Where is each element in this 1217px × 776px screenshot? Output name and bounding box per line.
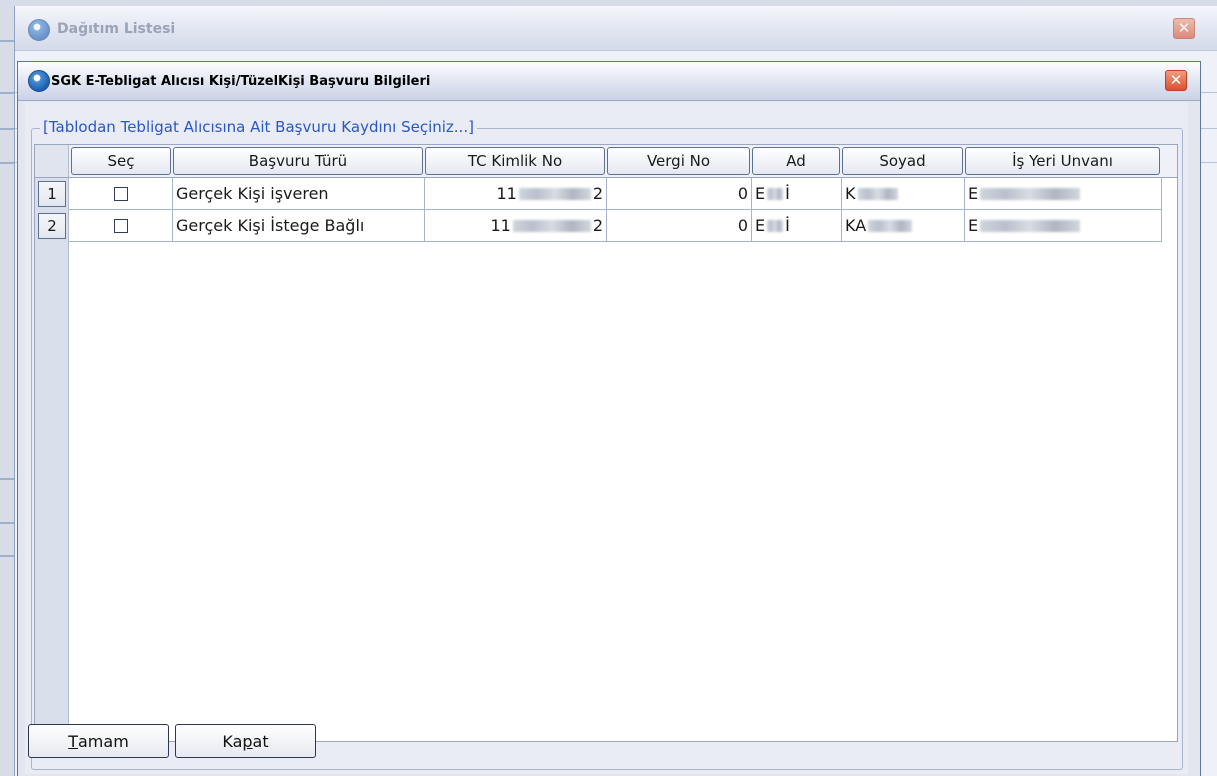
row-number[interactable]: 2 <box>38 213 66 239</box>
close-label-pre: Ka <box>222 731 243 751</box>
table-row[interactable]: 2 Gerçek Kişi İstege Bağlı 11 2 0 E İ KA <box>35 210 1177 242</box>
column-header-ad[interactable]: Ad <box>752 147 840 175</box>
column-header-soyad[interactable]: Soyad <box>842 147 963 175</box>
soyad-prefix: KA <box>845 216 867 235</box>
close-button[interactable]: Ka p at <box>175 724 316 758</box>
dialog-close-button[interactable]: ✕ <box>1165 70 1187 91</box>
application-table: Seç Başvuru Türü TC Kimlik No Vergi No A… <box>34 144 1178 742</box>
select-cell[interactable] <box>69 210 173 242</box>
column-header-isyeri-unvani[interactable]: İş Yeri Unvanı <box>965 147 1160 175</box>
close-accelerator: p <box>242 731 253 751</box>
vergi-no-cell: 0 <box>607 210 752 242</box>
soyad-prefix: K <box>845 184 856 203</box>
background-edge <box>0 128 14 130</box>
redacted-value <box>868 219 913 232</box>
table-row[interactable]: 1 Gerçek Kişi işveren 11 2 0 E İ K E <box>35 178 1177 210</box>
column-header-tc-kimlik-no[interactable]: TC Kimlik No <box>425 147 605 175</box>
column-header-basvuru-turu[interactable]: Başvuru Türü <box>173 147 423 175</box>
outer-window-titlebar[interactable]: Dağıtım Listesi ✕ <box>15 6 1217 51</box>
isyeri-unvani-cell: E <box>965 210 1162 242</box>
ok-button[interactable]: Tamam <box>28 724 169 758</box>
tc-kimlik-suffix: 2 <box>592 216 603 235</box>
redacted-value <box>518 187 591 200</box>
close-icon: ✕ <box>1169 71 1183 89</box>
background-edge <box>0 478 14 480</box>
checkbox-icon[interactable] <box>113 218 128 233</box>
redacted-value <box>857 187 898 200</box>
ad-suffix: İ <box>785 216 790 235</box>
select-cell[interactable] <box>69 178 173 210</box>
background-edge <box>0 40 14 42</box>
background-edge <box>0 162 14 164</box>
row-number[interactable]: 1 <box>38 181 66 207</box>
outer-window-title: Dağıtım Listesi <box>57 21 176 37</box>
app-logo-icon <box>28 70 50 92</box>
table-corner-cell <box>35 145 69 177</box>
dialog-title: SGK E-Tebligat Alıcısı Kişi/TüzelKişi Ba… <box>51 74 431 89</box>
isyeri-prefix: E <box>968 216 979 235</box>
checkbox-icon[interactable] <box>113 186 128 201</box>
background-edge <box>0 555 14 557</box>
isyeri-prefix: E <box>968 184 979 203</box>
tc-kimlik-prefix: 11 <box>490 216 511 235</box>
tc-kimlik-suffix: 2 <box>592 184 603 203</box>
soyad-cell: KA <box>842 210 965 242</box>
redacted-value <box>980 187 1081 200</box>
ad-cell: E İ <box>752 178 842 210</box>
redacted-value <box>512 219 591 232</box>
redacted-value <box>980 219 1081 232</box>
background-edge <box>0 92 14 94</box>
column-header-sec[interactable]: Seç <box>71 147 171 175</box>
column-header-vergi-no[interactable]: Vergi No <box>607 147 750 175</box>
basvuru-turu-cell: Gerçek Kişi İstege Bağlı <box>173 210 425 242</box>
soyad-cell: K <box>842 178 965 210</box>
ok-label-rest: amam <box>78 731 129 751</box>
app-logo-icon <box>28 19 50 41</box>
basvuru-turu-cell: Gerçek Kişi işveren <box>173 178 425 210</box>
table-header-row: Seç Başvuru Türü TC Kimlik No Vergi No A… <box>35 145 1177 178</box>
tc-kimlik-cell: 11 2 <box>425 210 607 242</box>
background-edge <box>0 522 14 524</box>
ad-prefix: E <box>755 216 766 235</box>
groupbox-legend: [Tablodan Tebligat Alıcısına Ait Başvuru… <box>40 118 477 136</box>
application-dialog: SGK E-Tebligat Alıcısı Kişi/TüzelKişi Ba… <box>17 61 1201 776</box>
tc-kimlik-prefix: 11 <box>496 184 517 203</box>
outer-close-button[interactable]: ✕ <box>1173 18 1195 39</box>
redacted-value <box>767 219 784 232</box>
isyeri-unvani-cell: E <box>965 178 1162 210</box>
ad-suffix: İ <box>785 184 790 203</box>
ad-cell: E İ <box>752 210 842 242</box>
vergi-no-cell: 0 <box>607 178 752 210</box>
close-label-post: at <box>252 731 269 751</box>
ok-accelerator: T <box>68 731 78 751</box>
dialog-titlebar[interactable]: SGK E-Tebligat Alıcısı Kişi/TüzelKişi Ba… <box>18 62 1200 101</box>
ad-prefix: E <box>755 184 766 203</box>
close-icon: ✕ <box>1177 19 1191 37</box>
redacted-value <box>767 187 784 200</box>
tc-kimlik-cell: 11 2 <box>425 178 607 210</box>
